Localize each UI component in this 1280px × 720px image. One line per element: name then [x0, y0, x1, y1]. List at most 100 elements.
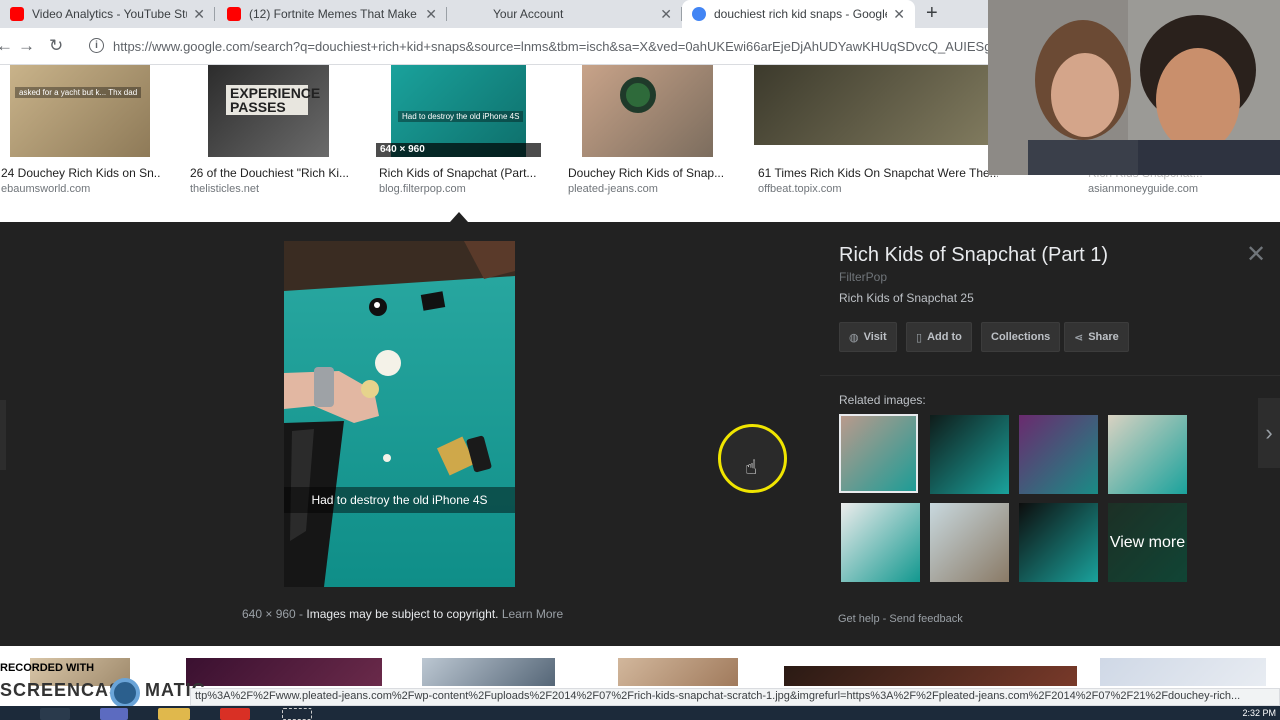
taskbar: 2:32 PM [0, 706, 1280, 720]
tab-label: (12) Fortnite Memes That Make Me [249, 7, 420, 21]
image-meta: 640 × 960 - Images may be subject to cop… [242, 607, 563, 621]
bookmark-icon: ▯ [916, 331, 923, 344]
youtube-icon [227, 7, 241, 21]
close-tab-icon[interactable]: ✕ [893, 6, 905, 23]
visit-button[interactable]: ◍ Visit [839, 322, 897, 352]
thumbnail-caption: asked for a yacht but k... Thx dad [15, 87, 142, 98]
account-icon [459, 7, 473, 21]
result-site: asianmoneyguide.com [1088, 183, 1199, 195]
reload-icon[interactable]: ↻ [49, 36, 63, 56]
result-site: offbeat.topix.com [758, 183, 842, 195]
recorder-watermark: RECORDED WITH SCREENCAST MATIC [0, 662, 210, 710]
file-explorer-icon[interactable] [158, 708, 190, 720]
close-tab-icon[interactable]: ✕ [425, 6, 437, 23]
result-thumbnail[interactable]: EXPERIENCE PASSES [208, 65, 329, 157]
separator: - [879, 613, 890, 625]
collections-button[interactable]: Collections [981, 322, 1061, 352]
thumbnail-caption: EXPERIENCE PASSES [226, 85, 320, 115]
tab-youtube-analytics[interactable]: Video Analytics - YouTube Studio ✕ [0, 0, 215, 28]
tab-label: Your Account [493, 7, 564, 21]
result-title[interactable]: 61 Times Rich Kids On Snapchat Were The.… [758, 166, 998, 180]
detail-title[interactable]: Rich Kids of Snapchat (Part 1) [839, 244, 1108, 267]
selection-caret [450, 212, 468, 222]
close-tab-icon[interactable]: ✕ [660, 6, 672, 23]
back-icon[interactable]: ← [0, 36, 13, 56]
thumbnail-image [754, 65, 988, 145]
related-image[interactable] [1108, 415, 1187, 494]
result-thumbnail[interactable] [582, 65, 713, 157]
pool-table-photo [284, 241, 515, 587]
site-info-icon[interactable]: i [89, 38, 104, 53]
webcam-overlay [988, 0, 1280, 175]
share-icon: ⋖ [1074, 331, 1084, 344]
button-label: Share [1088, 331, 1119, 343]
result-thumbnail[interactable] [186, 658, 382, 686]
send-feedback-link[interactable]: Send feedback [889, 613, 962, 625]
chevron-right-icon: › [1265, 420, 1273, 445]
chrome-icon[interactable] [220, 708, 250, 720]
related-image[interactable] [1019, 415, 1098, 494]
result-thumbnail[interactable] [754, 65, 988, 145]
watermark-line1: RECORDED WITH [0, 662, 95, 674]
button-label: Add to [927, 331, 962, 343]
image-dimensions: 640 × 960 [242, 607, 296, 621]
tab-label: douchiest rich kid snaps - Google [714, 7, 888, 21]
result-thumbnail[interactable] [784, 666, 1077, 686]
image-detail-panel: Had to destroy the old iPhone 4S 640 × 9… [0, 222, 1280, 646]
taskbar-item[interactable] [100, 708, 128, 720]
separator: - [295, 607, 307, 621]
url-field[interactable]: https://www.google.com/search?q=douchies… [113, 39, 988, 54]
result-thumbnail[interactable] [1100, 658, 1266, 686]
close-icon[interactable]: ✕ [1246, 240, 1266, 269]
related-image[interactable] [1019, 503, 1098, 582]
result-site: thelisticles.net [190, 183, 260, 195]
learn-more-link[interactable]: Learn More [502, 607, 563, 621]
panel-footer: Get help - Send feedback [838, 613, 963, 625]
google-icon [692, 7, 706, 21]
thumbnail-image [10, 65, 150, 157]
new-tab-button[interactable]: + [926, 2, 938, 25]
taskbar-item[interactable] [40, 708, 70, 720]
related-image[interactable] [839, 414, 918, 493]
screencast-logo-icon [110, 678, 140, 708]
tab-label: Video Analytics - YouTube Studio [32, 7, 187, 21]
webcam-video [988, 0, 1280, 175]
youtube-icon [10, 7, 24, 21]
result-thumbnail-selected[interactable]: Had to destroy the old iPhone 4S 640 × 9… [376, 65, 541, 157]
taskbar-clock: 2:32 PM [1242, 708, 1276, 718]
prev-image-button[interactable] [0, 400, 6, 470]
tab-your-account[interactable]: Your Account ✕ [449, 0, 682, 28]
hand-cursor-icon: ☝ [745, 457, 758, 479]
button-label: Visit [863, 331, 887, 343]
tab-fortnite-memes[interactable]: (12) Fortnite Memes That Make Me ✕ [217, 0, 447, 28]
add-to-button[interactable]: ▯ Add to [906, 322, 972, 352]
result-title[interactable]: Douchey Rich Kids of Snap... [568, 166, 728, 180]
related-image[interactable] [930, 503, 1009, 582]
result-thumbnail[interactable] [618, 658, 738, 686]
button-label: Collections [991, 331, 1051, 343]
result-thumbnail[interactable]: asked for a yacht but k... Thx dad [10, 65, 150, 157]
share-button[interactable]: ⋖ Share [1064, 322, 1129, 352]
globe-icon: ◍ [849, 331, 859, 344]
detail-source[interactable]: FilterPop [839, 270, 887, 284]
next-image-button[interactable]: › [1258, 398, 1280, 468]
preview-image[interactable]: Had to destroy the old iPhone 4S [284, 241, 515, 587]
copyright-notice: Images may be subject to copyright. [306, 607, 499, 621]
result-title[interactable]: 24 Douchey Rich Kids on Sn... [1, 166, 161, 180]
view-more-tile[interactable]: View more [1108, 503, 1187, 582]
status-bar-url: ttp%3A%2F%2Fwww.pleated-jeans.com%2Fwp-c… [190, 688, 1280, 706]
snipping-tool-icon[interactable] [282, 708, 312, 720]
result-thumbnail[interactable] [422, 658, 555, 686]
related-image[interactable] [930, 415, 1009, 494]
image-dimensions: 640 × 960 [376, 143, 541, 157]
close-tab-icon[interactable]: ✕ [193, 6, 205, 23]
result-title[interactable]: 26 of the Douchiest "Rich Ki... [190, 166, 350, 180]
result-title[interactable]: Rich Kids of Snapchat (Part... [379, 166, 539, 180]
get-help-link[interactable]: Get help [838, 613, 880, 625]
preview-caption: Had to destroy the old iPhone 4S [284, 487, 515, 513]
divider [820, 375, 1280, 376]
forward-icon[interactable]: → [18, 36, 35, 56]
result-site: blog.filterpop.com [379, 183, 466, 195]
related-image[interactable] [841, 503, 920, 582]
tab-google-images[interactable]: douchiest rich kid snaps - Google ✕ [682, 0, 915, 28]
